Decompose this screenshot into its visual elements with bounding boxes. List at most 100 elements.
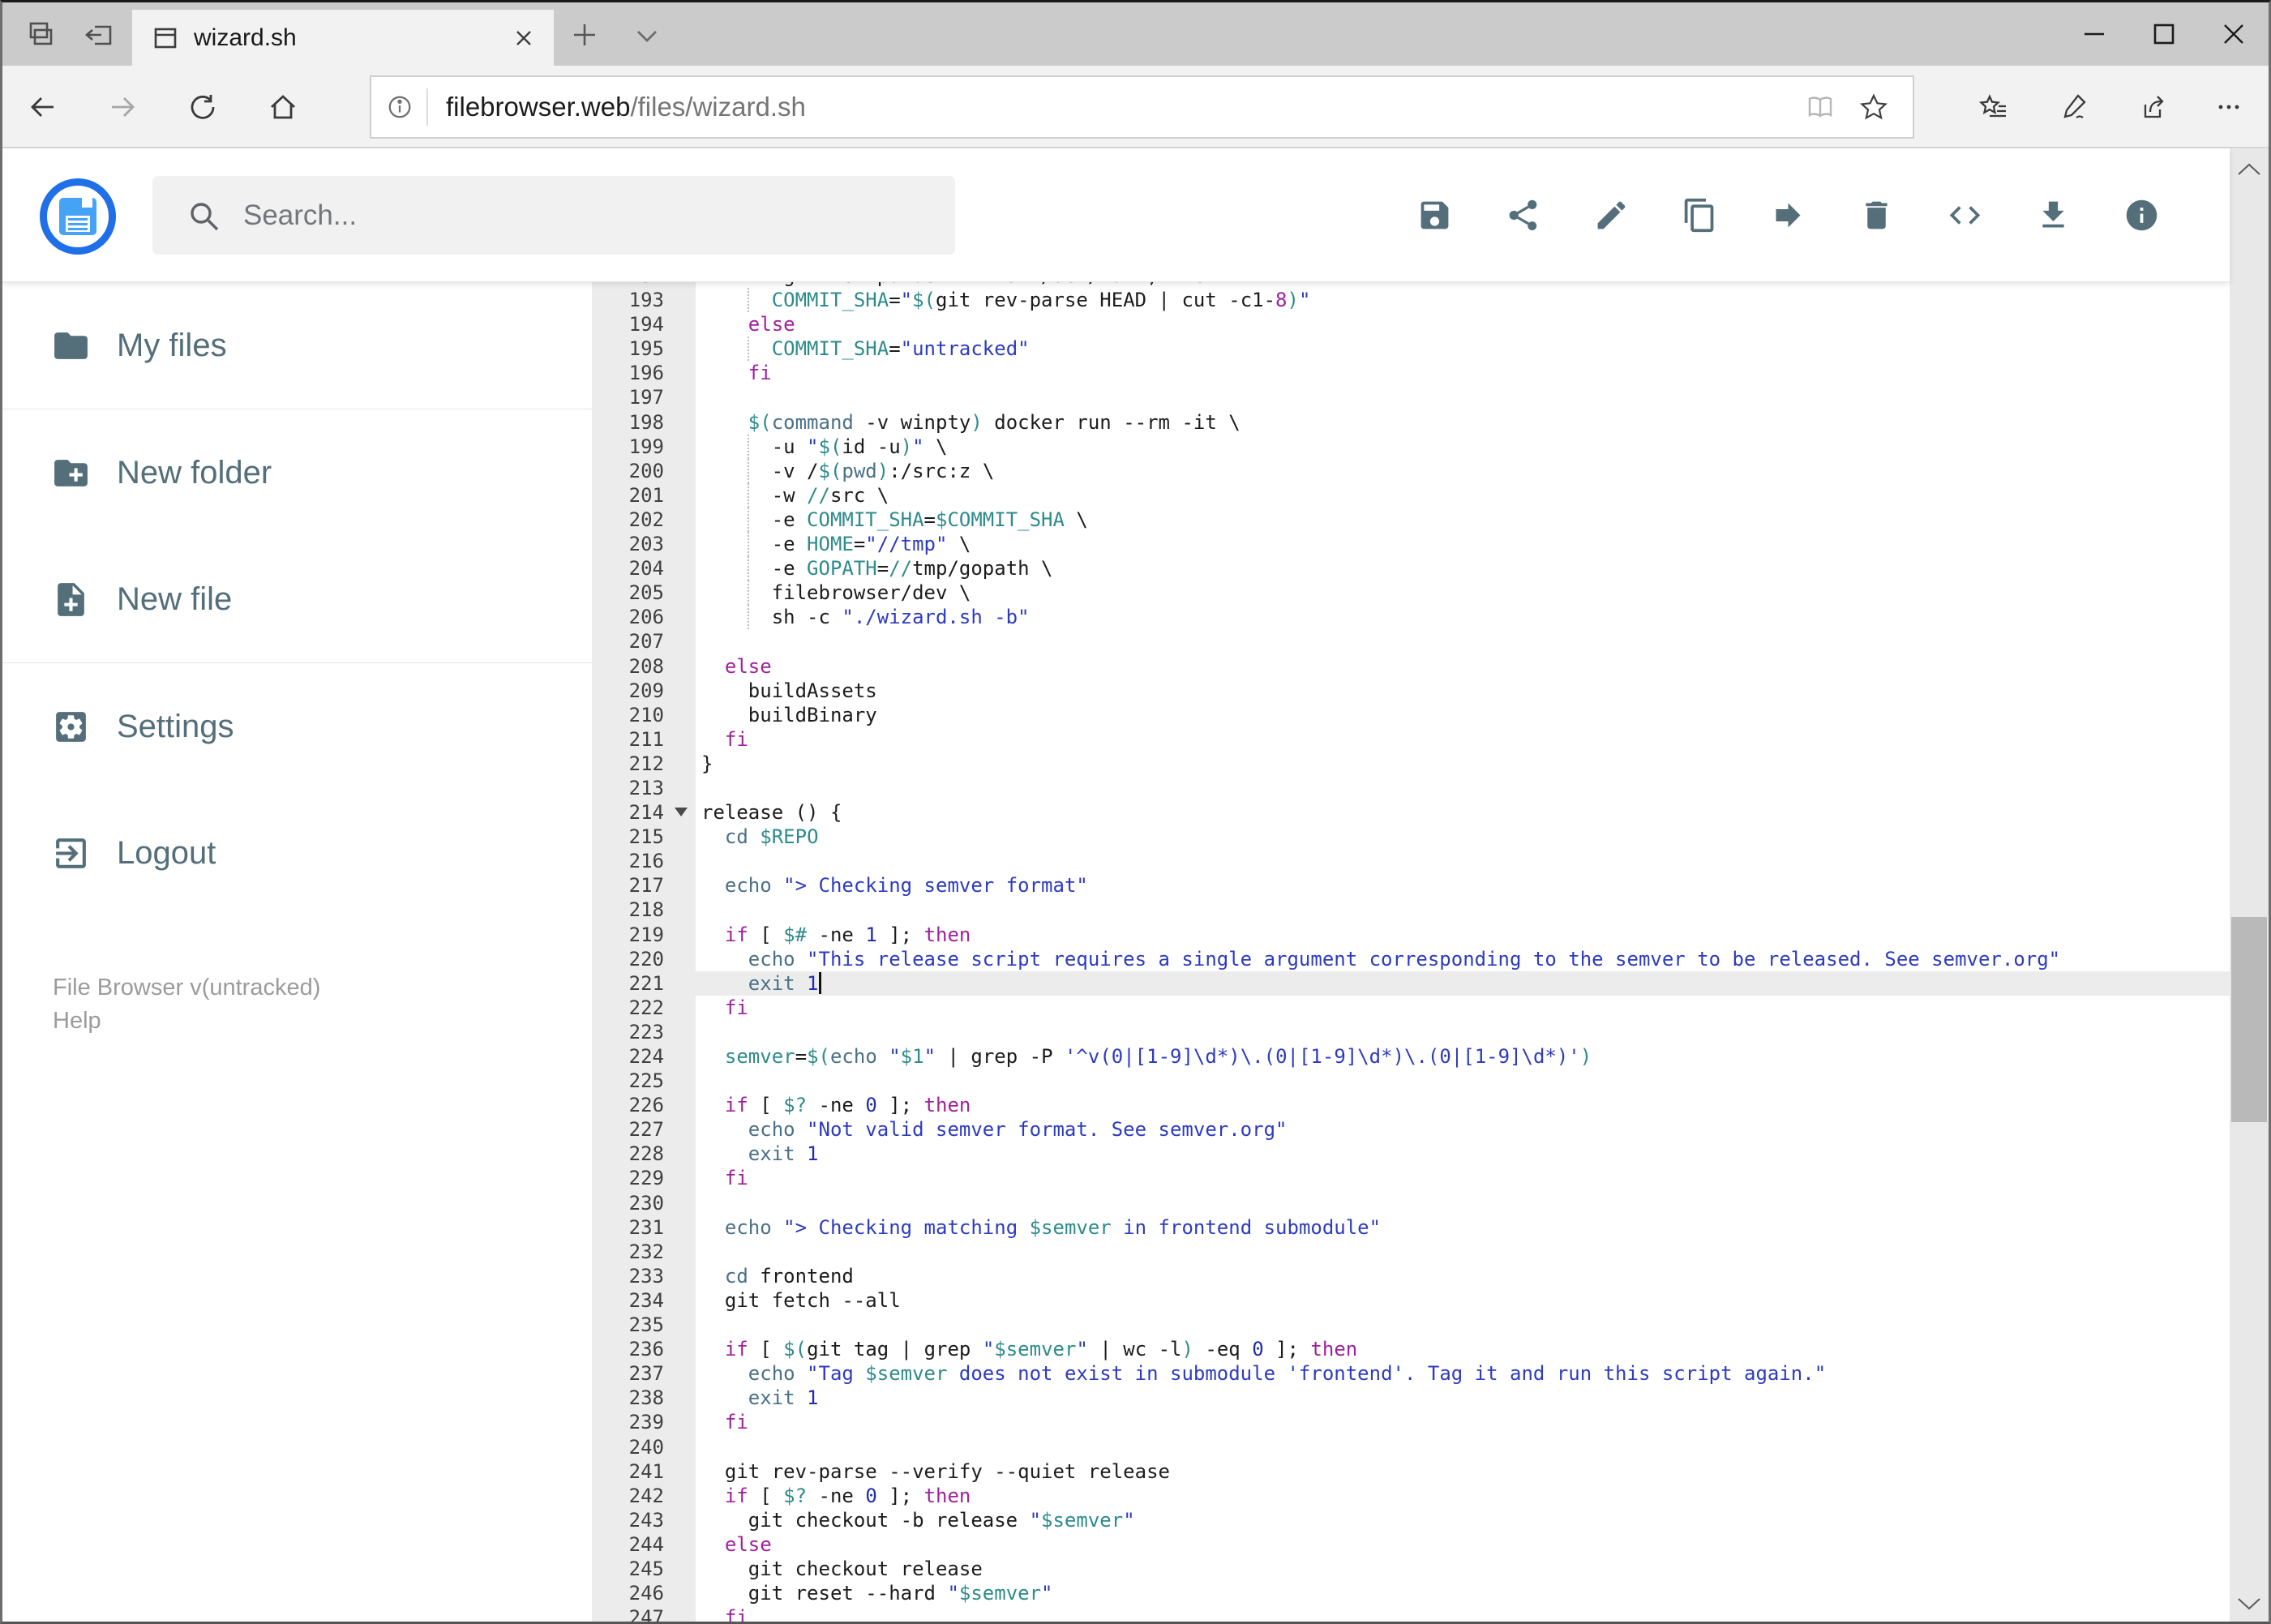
code-line[interactable]: 245 git checkout release xyxy=(592,1557,2230,1581)
refresh-icon[interactable] xyxy=(187,92,216,122)
code-line[interactable]: 235 xyxy=(592,1313,2230,1337)
annotate-pen-icon[interactable] xyxy=(2060,92,2089,122)
sidebar-item-my-files[interactable]: My files xyxy=(2,282,592,409)
code-line[interactable]: 220 echo "This release script requires a… xyxy=(592,947,2230,971)
code-line[interactable]: 243 git checkout -b release "$semver" xyxy=(592,1508,2230,1532)
address-bar[interactable]: filebrowser.web/files/wizard.sh xyxy=(370,75,1914,139)
code-line[interactable]: 217 echo "> Checking semver format" xyxy=(592,873,2230,898)
code-line[interactable]: 212} xyxy=(592,752,2230,776)
home-icon[interactable] xyxy=(268,92,298,122)
code-line[interactable]: 242 if [ $? -ne 0 ]; then xyxy=(592,1484,2230,1508)
tab-list-chevron-icon[interactable] xyxy=(633,24,661,48)
code-line[interactable]: 236 if [ $(git tag | grep "$semver" | wc… xyxy=(592,1337,2230,1361)
code-line[interactable]: 241 git rev-parse --verify --quiet relea… xyxy=(592,1459,2230,1484)
code-line[interactable]: 202 -e COMMIT_SHA=$COMMIT_SHA \ xyxy=(592,507,2230,533)
code-line[interactable]: 228 exit 1 xyxy=(592,1142,2230,1166)
code-line[interactable]: 201 -w //src \ xyxy=(592,482,2230,508)
show-set-aside-tabs-icon[interactable] xyxy=(24,19,56,51)
code-line[interactable]: 246 git reset --hard "$semver" xyxy=(592,1581,2230,1605)
code-editor[interactable]: 192 if git rev-parse HEAD &> /dev/null; … xyxy=(592,282,2230,1622)
code-line[interactable]: 225 xyxy=(592,1069,2230,1093)
code-line[interactable]: 193 COMMIT_SHA="$(git rev-parse HEAD | c… xyxy=(592,288,2230,313)
code-line[interactable]: 209 buildAssets xyxy=(592,679,2230,703)
code-line[interactable]: 239 fi xyxy=(592,1410,2230,1434)
search-input[interactable] xyxy=(243,199,892,232)
new-tab-icon[interactable] xyxy=(570,20,599,49)
sidebar-item-logout[interactable]: Logout xyxy=(2,790,592,916)
site-info-icon[interactable] xyxy=(386,93,413,121)
code-line[interactable]: 234 git fetch --all xyxy=(592,1288,2230,1313)
code-line[interactable]: 222 fi xyxy=(592,996,2230,1020)
url-text[interactable]: filebrowser.web/files/wizard.sh xyxy=(446,92,1806,122)
code-line[interactable]: 204 -e GOPATH=//tmp/gopath \ xyxy=(592,556,2230,581)
code-line[interactable]: 198 $(command -v winpty) docker run --rm… xyxy=(592,410,2230,435)
code-line[interactable]: 224 semver=$(echo "$1" | grep -P '^v(0|[… xyxy=(592,1044,2230,1069)
save-icon[interactable] xyxy=(1416,197,1453,234)
close-tab-icon[interactable] xyxy=(512,26,536,50)
code-line[interactable]: 229 fi xyxy=(592,1166,2230,1190)
code-line[interactable]: 244 else xyxy=(592,1532,2230,1557)
forward-icon[interactable] xyxy=(108,92,137,122)
code-line[interactable]: 230 xyxy=(592,1191,2230,1215)
scroll-up-icon[interactable] xyxy=(2235,160,2263,179)
code-line[interactable]: 207 xyxy=(592,629,2230,653)
code-line[interactable]: 194 else xyxy=(592,312,2230,336)
scrollbar-thumb[interactable] xyxy=(2231,917,2267,1122)
code-line[interactable]: 237 echo "Tag $semver does not exist in … xyxy=(592,1361,2230,1386)
code-line[interactable]: 238 exit 1 xyxy=(592,1386,2230,1410)
code-line[interactable]: 206 sh -c "./wizard.sh -b" xyxy=(592,605,2230,630)
code-line[interactable]: 195 COMMIT_SHA="untracked" xyxy=(592,336,2230,362)
hub-icon[interactable] xyxy=(1979,92,2008,122)
fold-toggle-icon[interactable] xyxy=(675,808,688,817)
scroll-down-icon[interactable] xyxy=(2235,1594,2263,1613)
code-line[interactable]: 197 xyxy=(592,385,2230,409)
code-line[interactable]: 199 -u "$(id -u)" \ xyxy=(592,434,2230,459)
sidebar-item-new-folder[interactable]: New folder xyxy=(2,409,592,536)
code-line[interactable]: 232 xyxy=(592,1240,2230,1264)
code-line[interactable]: 218 xyxy=(592,898,2230,922)
code-icon[interactable] xyxy=(1947,197,1983,234)
copy-icon[interactable] xyxy=(1682,197,1718,234)
close-window-button[interactable] xyxy=(2199,2,2269,66)
edit-icon[interactable] xyxy=(1593,197,1630,234)
set-tabs-aside-icon[interactable] xyxy=(84,19,116,51)
page-scrollbar[interactable] xyxy=(2230,148,2269,1622)
code-line[interactable]: 219 if [ $# -ne 1 ]; then xyxy=(592,923,2230,947)
more-options-icon[interactable] xyxy=(2214,92,2243,122)
code-line[interactable]: 210 buildBinary xyxy=(592,703,2230,727)
code-line[interactable]: 205 filebrowser/dev \ xyxy=(592,581,2230,606)
code-line[interactable]: 231 echo "> Checking matching $semver in… xyxy=(592,1215,2230,1240)
file-browser-logo[interactable] xyxy=(40,178,116,255)
minimize-button[interactable] xyxy=(2059,2,2129,66)
code-line[interactable]: 223 xyxy=(592,1020,2230,1044)
share-icon[interactable] xyxy=(2140,92,2169,122)
code-line[interactable]: 203 -e HOME="//tmp" \ xyxy=(592,532,2230,557)
search-bar[interactable] xyxy=(152,176,955,255)
code-line[interactable]: 208 else xyxy=(592,654,2230,679)
sidebar-item-settings[interactable]: Settings xyxy=(2,663,592,790)
code-line[interactable]: 211 fi xyxy=(592,727,2230,752)
share-icon[interactable] xyxy=(1505,197,1541,234)
code-line[interactable]: 233 cd frontend xyxy=(592,1264,2230,1288)
code-line[interactable]: 240 xyxy=(592,1435,2230,1459)
active-tab[interactable]: wizard.sh xyxy=(132,10,554,66)
code-line[interactable]: 216 xyxy=(592,849,2230,873)
code-line[interactable]: 214 release () { xyxy=(592,800,2230,825)
code-line[interactable]: 221 exit 1 xyxy=(592,971,2230,996)
move-icon[interactable] xyxy=(1770,197,1806,234)
sidebar-item-new-file[interactable]: New file xyxy=(2,536,592,662)
code-line[interactable]: 247 fi xyxy=(592,1605,2230,1622)
help-link[interactable]: Help xyxy=(53,1005,320,1038)
download-icon[interactable] xyxy=(2035,197,2072,234)
code-line[interactable]: 213 xyxy=(592,776,2230,800)
code-line[interactable]: 227 echo "Not valid semver format. See s… xyxy=(592,1117,2230,1142)
favorite-star-icon[interactable] xyxy=(1859,92,1888,122)
info-icon[interactable] xyxy=(2123,197,2160,234)
maximize-button[interactable] xyxy=(2129,2,2199,66)
code-line[interactable]: 226 if [ $? -ne 0 ]; then xyxy=(592,1093,2230,1117)
code-line[interactable]: 192 if git rev-parse HEAD &> /dev/null; … xyxy=(592,282,2230,288)
delete-icon[interactable] xyxy=(1858,197,1895,234)
code-line[interactable]: 196 fi xyxy=(592,361,2230,385)
code-line[interactable]: 200 -v /$(pwd):/src:z \ xyxy=(592,458,2230,483)
back-icon[interactable] xyxy=(28,92,58,122)
